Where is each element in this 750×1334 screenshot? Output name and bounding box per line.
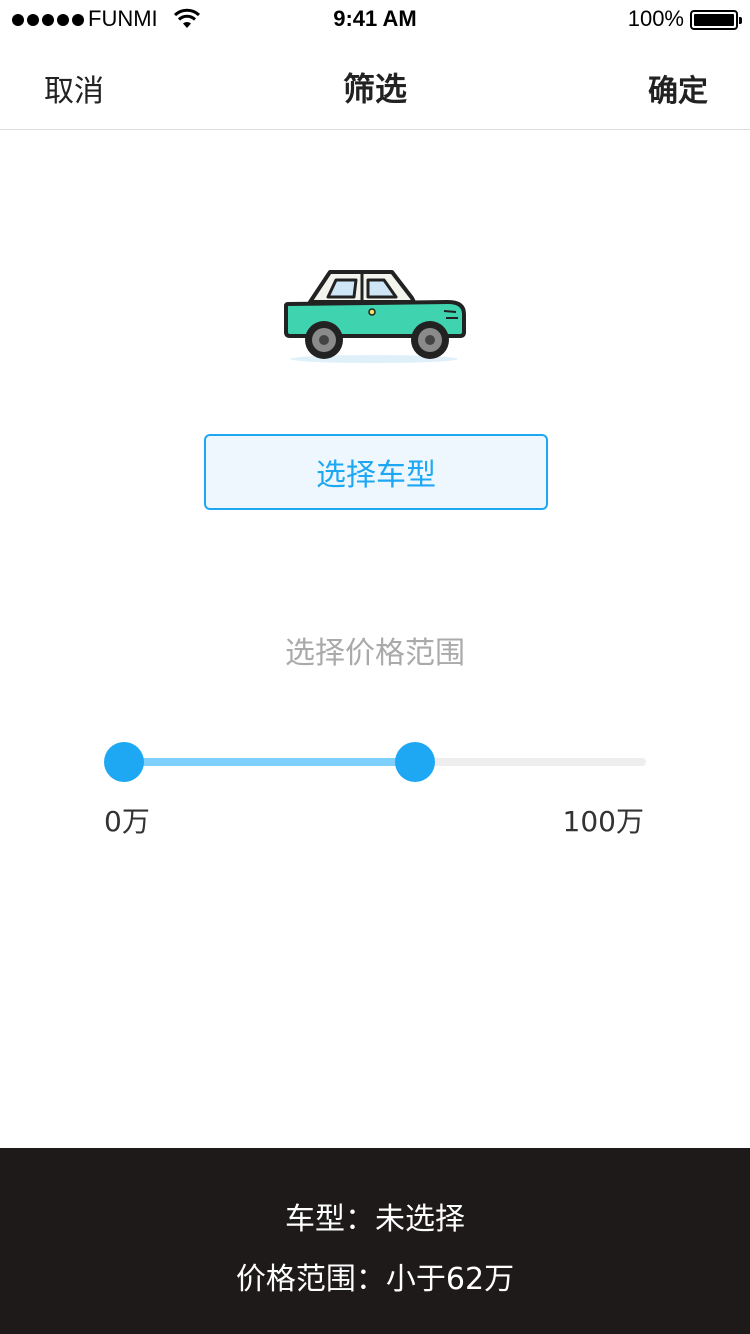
- slider-max-handle[interactable]: [395, 742, 436, 782]
- page-title: 筛选: [342, 70, 407, 108]
- status-bar: FUNMI 9:41 AM 100%: [0, 0, 750, 40]
- slider-max-label: 100万: [562, 805, 644, 838]
- confirm-button[interactable]: 确定: [648, 66, 708, 110]
- slider-min-handle[interactable]: [104, 742, 144, 782]
- price-range-slider[interactable]: [104, 742, 646, 782]
- battery-icon: [690, 10, 742, 30]
- price-range-summary: 价格范围：小于62万: [235, 1262, 515, 1297]
- select-car-type-button[interactable]: 选择车型: [204, 434, 548, 510]
- car-type-summary: 车型：未选择: [285, 1202, 465, 1237]
- price-range-label: 选择价格范围: [285, 636, 465, 671]
- slider-min-label: 0万: [104, 805, 150, 838]
- car-icon: [284, 266, 468, 366]
- navigation-bar: 取消 筛选 确定: [0, 40, 750, 130]
- filter-summary-footer: 车型：未选择 价格范围：小于62万: [0, 1148, 750, 1334]
- battery-percentage: 100%: [627, 6, 684, 31]
- slider-track-fill: [124, 758, 416, 766]
